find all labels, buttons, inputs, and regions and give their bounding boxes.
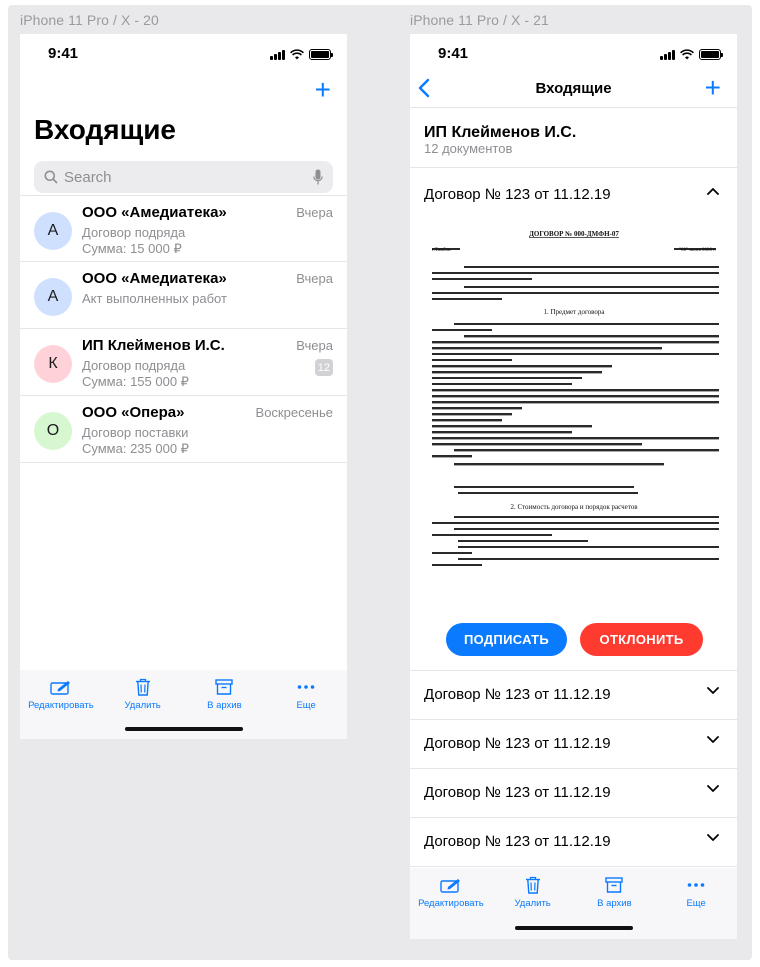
list-item-sender: ИП Клейменов И.С. <box>82 337 225 354</box>
page-title: Входящие <box>34 114 176 145</box>
trash-icon <box>135 678 150 696</box>
document-city: г.Тамбов <box>432 248 451 253</box>
home-indicator <box>125 727 243 731</box>
list-item-amount: Сумма: 235 000 ₽ <box>82 441 189 456</box>
archive-icon <box>215 679 234 695</box>
list-item-sender: ООО «Опера» <box>82 404 185 421</box>
battery-icon <box>309 49 333 60</box>
document-title: Договор № 123 от 11.12.19 <box>424 186 611 203</box>
chevron-down-icon[interactable] <box>707 785 719 793</box>
more-icon <box>687 883 705 887</box>
edit-button[interactable]: Редактировать <box>21 678 101 739</box>
list-item-date: Вчера <box>296 271 333 286</box>
list-item-amount: Сумма: 155 000 ₽ <box>82 374 189 389</box>
edit-icon <box>50 681 70 695</box>
edit-icon <box>440 879 460 893</box>
cellular-signal-icon <box>270 49 285 60</box>
document-title: Договор № 123 от 11.12.19 <box>424 784 611 801</box>
chevron-down-icon[interactable] <box>707 834 719 842</box>
edit-label: Редактировать <box>28 700 94 711</box>
wifi-icon <box>680 49 694 60</box>
list-item-sender: ООО «Амедиатека» <box>82 204 227 221</box>
home-indicator <box>515 926 633 930</box>
archive-label: В архив <box>597 898 632 909</box>
more-button[interactable]: Еще <box>266 678 346 739</box>
search-icon <box>44 170 58 184</box>
edit-label: Редактировать <box>418 898 484 909</box>
add-icon[interactable]: + <box>315 76 331 104</box>
more-label: Еще <box>686 898 706 909</box>
avatar: К <box>34 345 72 383</box>
list-item-date: Воскресенье <box>255 405 333 420</box>
list-item-subject: Договор подряда <box>82 225 186 240</box>
status-icons <box>660 48 723 60</box>
document-title: Договор № 123 от 11.12.19 <box>424 735 611 752</box>
reject-button[interactable]: ОТКЛОНИТЬ <box>580 623 703 656</box>
status-icons <box>270 48 333 60</box>
delete-label: Удалить <box>124 700 161 711</box>
chevron-down-icon[interactable] <box>707 687 719 695</box>
frame-label-right: iPhone 11 Pro / X - 21 <box>410 12 549 28</box>
avatar: О <box>34 412 72 450</box>
list-item[interactable]: А ООО «Амедиатека» Договор подряда Сумма… <box>20 195 347 262</box>
document-title: Договор № 123 от 11.12.19 <box>424 686 611 703</box>
inbox-screen: 9:41 + Входящие Search А ООО «Амедиатека… <box>20 34 347 739</box>
document-page: ДОГОВОР № 000-ДМФН-07 г.Тамбов "00" июня… <box>424 230 724 566</box>
frame-label-left: iPhone 11 Pro / X - 20 <box>20 12 159 28</box>
avatar: А <box>34 278 72 316</box>
sender-name: ИП Клейменов И.С. <box>424 124 577 141</box>
microphone-icon[interactable] <box>313 169 323 185</box>
more-icon <box>297 685 315 689</box>
divider <box>410 107 737 108</box>
document-heading: ДОГОВОР № 000-ДМФН-07 <box>529 230 619 238</box>
cellular-signal-icon <box>660 49 675 60</box>
list-item-subject: Акт выполненных работ <box>82 291 227 306</box>
list-item[interactable]: К ИП Клейменов И.С. Договор подряда Сумм… <box>20 329 347 396</box>
list-item-amount: Сумма: 15 000 ₽ <box>82 241 182 256</box>
chevron-up-icon[interactable] <box>707 187 719 195</box>
delete-label: Удалить <box>514 898 551 909</box>
document-section-1: 1. Предмет договора <box>543 308 605 316</box>
archive-label: В архив <box>207 700 242 711</box>
avatar: А <box>34 212 72 250</box>
document-row[interactable]: Договор № 123 от 11.12.19 <box>410 818 737 867</box>
chevron-down-icon[interactable] <box>707 736 719 744</box>
edit-button[interactable]: Редактировать <box>411 876 491 939</box>
archive-icon <box>605 877 624 893</box>
list-item-subject: Договор поставки <box>82 425 189 440</box>
list-item[interactable]: О ООО «Опера» Договор поставки Сумма: 23… <box>20 396 347 463</box>
document-row-expanded[interactable]: Договор № 123 от 11.12.19 <box>410 171 737 220</box>
search-input[interactable]: Search <box>34 161 333 193</box>
more-button[interactable]: Еще <box>656 876 736 939</box>
battery-icon <box>699 49 723 60</box>
more-label: Еще <box>296 700 316 711</box>
list-item[interactable]: А ООО «Амедиатека» Акт выполненных работ… <box>20 262 347 329</box>
document-row[interactable]: Договор № 123 от 11.12.19 <box>410 671 737 720</box>
add-icon[interactable]: + <box>705 74 721 102</box>
unread-count-badge: 12 <box>314 359 333 376</box>
list-item-date: Вчера <box>296 338 333 353</box>
document-date: "00" июня 0000 г. <box>679 248 716 253</box>
document-count: 12 документов <box>424 141 513 156</box>
trash-icon <box>525 876 540 894</box>
document-row[interactable]: Договор № 123 от 11.12.19 <box>410 720 737 769</box>
detail-screen: 9:41 Входящие + ИП Клейменов И.С. 12 док… <box>410 34 737 939</box>
list-item-sender: ООО «Амедиатека» <box>82 270 227 287</box>
search-placeholder: Search <box>64 168 112 186</box>
sign-button[interactable]: ПОДПИСАТЬ <box>446 623 567 656</box>
status-time: 9:41 <box>438 45 469 62</box>
divider <box>410 167 737 168</box>
document-section-2: 2. Стоимость договора и порядок расчетов <box>510 503 638 511</box>
list-item-date: Вчера <box>296 205 333 220</box>
document-preview[interactable]: ДОГОВОР № 000-ДМФН-07 г.Тамбов "00" июня… <box>424 224 724 634</box>
nav-title: Входящие <box>535 80 612 97</box>
wifi-icon <box>290 49 304 60</box>
list-item-subject: Договор подряда <box>82 358 186 373</box>
status-time: 9:41 <box>48 45 79 62</box>
document-title: Договор № 123 от 11.12.19 <box>424 833 611 850</box>
document-row[interactable]: Договор № 123 от 11.12.19 <box>410 769 737 818</box>
